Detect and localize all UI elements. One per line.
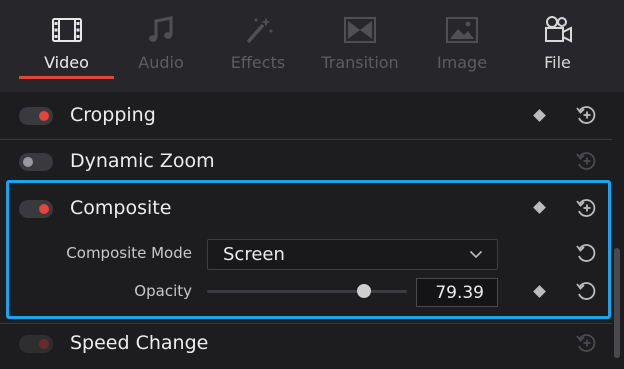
composite-mode-label: Composite Mode <box>66 244 192 262</box>
toggle-dot <box>39 111 49 121</box>
reset-plus-icon[interactable] <box>575 104 597 126</box>
dynamic-zoom-toggle[interactable] <box>19 153 53 171</box>
toggle-dot <box>39 339 49 349</box>
cropping-toggle[interactable] <box>19 107 53 125</box>
tab-image-label: Image <box>436 53 488 72</box>
composite-mode-value: Screen <box>223 244 285 265</box>
tab-effects[interactable]: Effects <box>213 0 303 92</box>
tab-video-label: Video <box>44 53 89 72</box>
composite-title[interactable]: Composite <box>70 197 171 219</box>
music-note-icon <box>149 16 173 42</box>
transition-icon <box>344 17 376 43</box>
row-divider <box>0 139 612 140</box>
composite-mode-select[interactable]: Screen <box>207 239 498 270</box>
tab-transition[interactable]: Transition <box>310 0 410 92</box>
speed-change-toggle[interactable] <box>19 335 53 353</box>
chevron-down-icon <box>469 250 483 259</box>
image-icon <box>446 17 478 43</box>
reset-plus-icon[interactable] <box>575 150 597 172</box>
dynamic-zoom-title[interactable]: Dynamic Zoom <box>70 150 215 172</box>
opacity-slider-track[interactable] <box>207 290 407 293</box>
tab-file-label: File <box>544 53 571 72</box>
film-icon <box>51 18 82 42</box>
opacity-value: 79.39 <box>435 283 484 303</box>
toggle-dot <box>39 204 49 214</box>
tab-audio[interactable]: Audio <box>116 0 206 92</box>
cropping-title[interactable]: Cropping <box>70 104 156 126</box>
reset-plus-icon[interactable] <box>575 197 597 219</box>
tab-transition-label: Transition <box>321 53 399 72</box>
reset-icon[interactable] <box>575 280 597 302</box>
toggle-dot <box>23 157 33 167</box>
reset-icon[interactable] <box>575 242 597 264</box>
inspector-tab-bar: Video Audio Effects Transition Image Fil… <box>0 0 624 92</box>
tab-image[interactable]: Image <box>418 0 506 92</box>
scrollbar-thumb[interactable] <box>614 248 620 358</box>
opacity-value-field[interactable]: 79.39 <box>416 278 498 307</box>
reset-plus-icon[interactable] <box>575 332 597 354</box>
opacity-slider-handle[interactable] <box>357 284 371 298</box>
active-tab-indicator <box>19 76 114 79</box>
tab-file[interactable]: File <box>515 0 600 92</box>
magic-wand-icon <box>246 17 273 44</box>
panel-scrollbar[interactable] <box>614 98 620 366</box>
tab-effects-label: Effects <box>230 53 286 72</box>
opacity-label: Opacity <box>134 282 192 300</box>
file-reel-icon <box>544 16 572 43</box>
composite-toggle[interactable] <box>19 200 53 218</box>
speed-change-title[interactable]: Speed Change <box>70 332 208 354</box>
tab-audio-label: Audio <box>138 53 184 72</box>
row-divider <box>0 323 612 324</box>
